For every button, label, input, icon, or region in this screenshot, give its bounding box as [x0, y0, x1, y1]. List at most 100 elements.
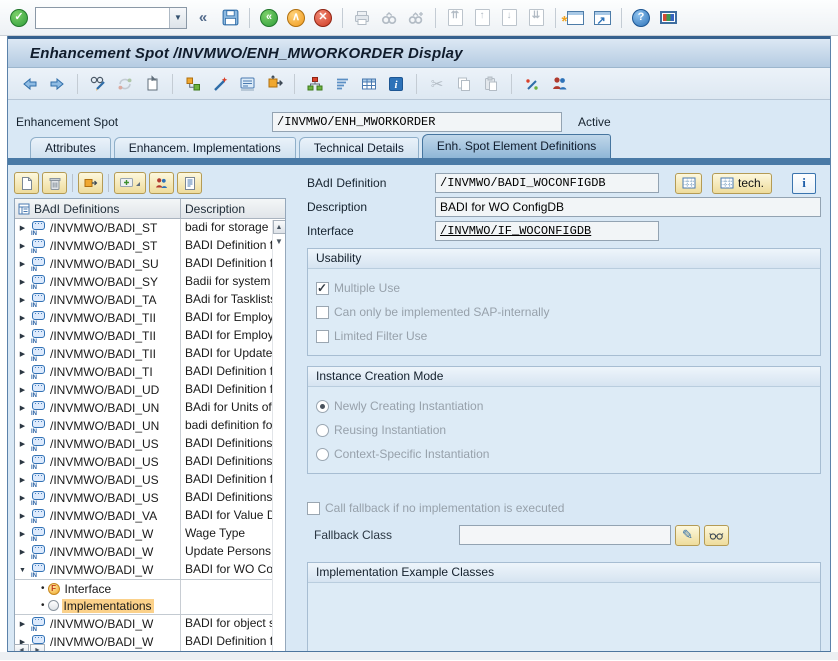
cancel-button[interactable]: ✕ — [312, 7, 334, 29]
customize-layout-button[interactable] — [657, 7, 679, 29]
forward-button[interactable] — [47, 74, 67, 94]
check-button[interactable] — [522, 74, 542, 94]
back-button[interactable]: « — [258, 7, 280, 29]
create-shortcut-button[interactable]: ↗ — [591, 7, 613, 29]
tree-cell-name[interactable]: ▶IN/INVMWO/BADI_US — [15, 489, 181, 507]
find-button[interactable] — [378, 7, 400, 29]
users-button[interactable] — [549, 74, 569, 94]
last-page-button[interactable]: ⇊ — [525, 7, 547, 29]
tree-row[interactable]: ▶IN/INVMWO/BADI_TIIBADI for Employe — [15, 327, 285, 345]
tree-row[interactable]: ▶IN/INVMWO/BADI_TABAdi for Tasklists — [15, 291, 285, 309]
tree-cell-name[interactable]: ▶IN/INVMWO/BADI_UN — [15, 399, 181, 417]
tree-child-label[interactable]: Interface — [63, 582, 114, 596]
tree-cell-name[interactable]: ▶IN/INVMWO/BADI_W — [15, 525, 181, 543]
tree-cell-name[interactable]: •Implementations — [15, 597, 181, 614]
back-button[interactable] — [20, 74, 40, 94]
command-input[interactable] — [36, 8, 169, 28]
cut-button[interactable]: ✂ — [427, 74, 447, 94]
tree-cell-description[interactable]: BADI Definitions f — [181, 453, 285, 471]
tree-row[interactable]: ▶IN/INVMWO/BADI_UDBADI Definition fo — [15, 381, 285, 399]
scroll-down-button[interactable]: ▼ — [275, 237, 283, 246]
tree-cell-name[interactable]: ▼IN/INVMWO/BADI_W — [15, 561, 181, 579]
tree-cell-description[interactable]: BADI for Update — [181, 345, 285, 363]
tree-row[interactable]: ▶IN/INVMWO/BADI_USBADI Definitions f — [15, 435, 285, 453]
checkbox[interactable] — [316, 330, 329, 343]
tree-cell-description[interactable]: BAdi for Tasklists — [181, 291, 285, 309]
tree-column-badi-definitions[interactable]: BAdI Definitions — [15, 199, 181, 218]
information-button[interactable]: i — [792, 173, 816, 194]
tree-cell-description[interactable]: BADI Definition fo — [181, 633, 285, 651]
chevron-collapsed-icon[interactable]: ▶ — [18, 332, 27, 340]
add-button[interactable] — [114, 172, 146, 194]
chevron-collapsed-icon[interactable]: ▶ — [18, 620, 27, 628]
tree-row[interactable]: ▶IN/INVMWO/BADI_USBADI Definitions f — [15, 453, 285, 471]
exit-button[interactable]: ∧ — [285, 7, 307, 29]
tree-cell-name[interactable]: ▶IN/INVMWO/BADI_US — [15, 453, 181, 471]
copy-object-button[interactable] — [142, 74, 162, 94]
help-button[interactable]: ? — [630, 7, 652, 29]
tree-cell-description[interactable]: BADI for Value De — [181, 507, 285, 525]
collapse-toolbar-button[interactable]: « — [192, 7, 214, 29]
tree-row[interactable]: ▼IN/INVMWO/BADI_WBADI for WO Con — [15, 561, 285, 579]
tab-enh-spot-element-definitions[interactable]: Enh. Spot Element Definitions — [422, 134, 611, 158]
workbench-button[interactable] — [237, 74, 257, 94]
tree-cell-name[interactable]: ▶IN/INVMWO/BADI_UN — [15, 417, 181, 435]
chevron-collapsed-icon[interactable]: ▶ — [18, 458, 27, 466]
chevron-collapsed-icon[interactable]: ▶ — [18, 476, 27, 484]
new-session-button[interactable]: * — [564, 7, 586, 29]
hierarchy-button[interactable] — [305, 74, 325, 94]
tab-technical-details[interactable]: Technical Details — [299, 137, 419, 158]
previous-page-button[interactable]: ↑ — [471, 7, 493, 29]
tree-cell-name[interactable]: ▶IN/INVMWO/BADI_SY — [15, 273, 181, 291]
tree-cell-description[interactable]: BADI for object s — [181, 615, 285, 633]
scroll-left-button[interactable]: ◄ — [14, 644, 29, 651]
tree-cell-description[interactable]: badi definition for — [181, 417, 285, 435]
tree-row[interactable]: ▶IN/INVMWO/BADI_USBADI Definition fo — [15, 471, 285, 489]
tree-cell-name[interactable]: ▶IN/INVMWO/BADI_TII — [15, 327, 181, 345]
print-button[interactable] — [351, 7, 373, 29]
scroll-right-button[interactable]: ► — [30, 644, 45, 651]
chevron-collapsed-icon[interactable]: ▶ — [18, 314, 27, 322]
enhancement-spot-field[interactable]: /INVMWO/ENH_MWORKORDER — [272, 112, 562, 132]
tree-row[interactable]: ▶IN/INVMWO/BADI_WUpdate Persons o — [15, 543, 285, 561]
checkbox[interactable] — [316, 306, 329, 319]
save-button[interactable] — [219, 7, 241, 29]
copy-button[interactable] — [454, 74, 474, 94]
tree-cell-description[interactable]: BADI Definition fo — [181, 381, 285, 399]
refresh-button[interactable] — [115, 74, 135, 94]
display-button[interactable] — [704, 525, 729, 546]
interface-link[interactable]: /INVMWO/IF_WOCONFIGDB — [440, 224, 591, 238]
tree-cell-description[interactable] — [181, 597, 285, 614]
sort-button[interactable] — [332, 74, 352, 94]
tree-cell-description[interactable]: BADI Definitions f — [181, 489, 285, 507]
tree-cell-description[interactable] — [181, 580, 285, 597]
chevron-collapsed-icon[interactable]: ▶ — [18, 296, 27, 304]
tree-cell-name[interactable]: ▶IN/INVMWO/BADI_W — [15, 615, 181, 633]
chevron-collapsed-icon[interactable]: ▶ — [18, 530, 27, 538]
checkbox[interactable] — [316, 282, 329, 295]
tree-row[interactable]: ▶IN/INVMWO/BADI_USBADI Definitions f — [15, 489, 285, 507]
tree-cell-name[interactable]: ▶IN/INVMWO/BADI_VA — [15, 507, 181, 525]
tree-cell-description[interactable]: BADI Definition fo — [181, 237, 285, 255]
tree-child-label[interactable]: Implementations — [62, 599, 154, 613]
radio-button[interactable] — [316, 424, 329, 437]
radio-button[interactable] — [316, 400, 329, 413]
tree-cell-name[interactable]: •FInterface — [15, 580, 181, 597]
chevron-collapsed-icon[interactable]: ▶ — [18, 278, 27, 286]
tree-cell-description[interactable]: BADI Definition fo — [181, 255, 285, 273]
tree-cell-description[interactable]: BAdi for Units of I — [181, 399, 285, 417]
where-used-button[interactable] — [183, 74, 203, 94]
tree-cell-name[interactable]: ▶IN/INVMWO/BADI_TI — [15, 363, 181, 381]
chevron-collapsed-icon[interactable]: ▶ — [18, 368, 27, 376]
chevron-collapsed-icon[interactable]: ▶ — [18, 548, 27, 556]
tree-cell-name[interactable]: ▶IN/INVMWO/BADI_US — [15, 435, 181, 453]
tree-cell-name[interactable]: ▶IN/INVMWO/BADI_ST — [15, 219, 181, 237]
create-button[interactable] — [14, 172, 39, 194]
documentation-button[interactable] — [177, 172, 202, 194]
tree-row[interactable]: ▶IN/INVMWO/BADI_WWage Type — [15, 525, 285, 543]
tree-row[interactable]: ▶IN/INVMWO/BADI_SYBadii for system c — [15, 273, 285, 291]
tree-cell-description[interactable]: BADI for Employe — [181, 309, 285, 327]
chevron-collapsed-icon[interactable]: ▶ — [18, 350, 27, 358]
tree-row[interactable]: ▶IN/INVMWO/BADI_STbadi for storage lo — [15, 219, 285, 237]
chevron-collapsed-icon[interactable]: ▶ — [18, 422, 27, 430]
